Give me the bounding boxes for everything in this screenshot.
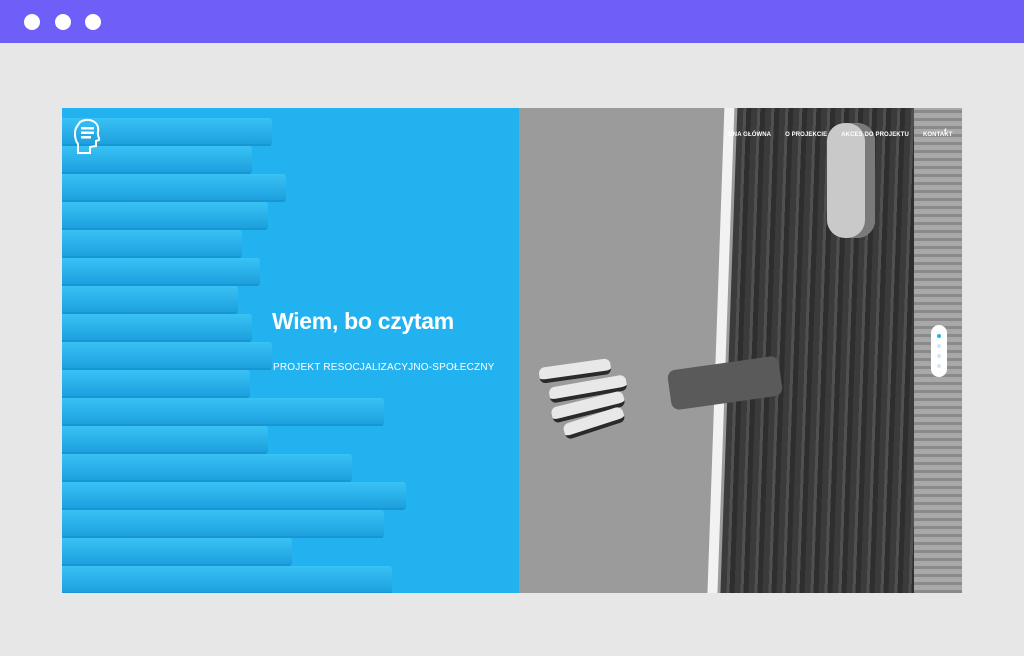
- main-navigation: ONA GŁÓWNA O PROJEKCIE AKCES DO PROJEKTU…: [728, 130, 953, 140]
- pagination-dot[interactable]: [937, 364, 941, 368]
- hand-shape: [538, 358, 679, 441]
- hand-door-image-panel: [519, 108, 962, 593]
- window-minimize-dot[interactable]: [55, 14, 71, 30]
- books-image-panel: [62, 108, 519, 593]
- nav-item-join-project[interactable]: AKCES DO PROJEKTU: [841, 132, 909, 138]
- pagination-dot[interactable]: [937, 334, 941, 338]
- nav-item-home[interactable]: ONA GŁÓWNA: [728, 132, 771, 138]
- nav-item-contact[interactable]: KONTAKT: [923, 132, 953, 138]
- window-close-dot[interactable]: [24, 14, 40, 30]
- facebook-icon[interactable]: f: [944, 129, 946, 136]
- head-book-icon[interactable]: [73, 118, 102, 154]
- window-maximize-dot[interactable]: [85, 14, 101, 30]
- upper-hand-shape: [827, 123, 875, 238]
- nav-item-about-project[interactable]: O PROJEKCIE: [785, 132, 827, 138]
- website-hero: ONA GŁÓWNA O PROJEKCIE AKCES DO PROJEKTU…: [62, 108, 962, 593]
- slide-pagination: [931, 325, 947, 377]
- hero-title: Wiem, bo czytam: [272, 308, 454, 334]
- hero-subtitle: PROJEKT RESOCJALIZACYJNO-SPOŁECZNY: [273, 362, 495, 373]
- pagination-dot[interactable]: [937, 354, 941, 358]
- browser-titlebar: [0, 0, 1024, 43]
- pagination-dot[interactable]: [937, 344, 941, 348]
